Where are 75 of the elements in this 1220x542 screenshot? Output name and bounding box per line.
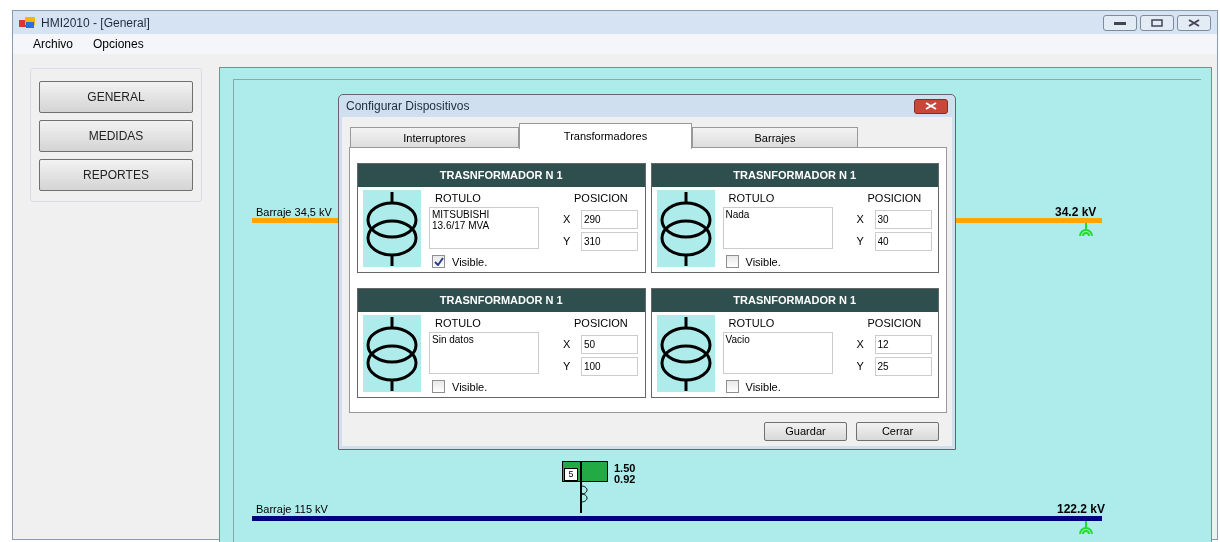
position-field[interactable]: 40 — [874, 231, 932, 251]
position-field[interactable]: 30 — [874, 209, 932, 229]
position-field[interactable]: 12 — [874, 334, 932, 354]
label-field[interactable]: Nada — [722, 206, 833, 249]
bus-label: Barraje 34,5 kV — [256, 205, 332, 220]
axis-label: X — [856, 211, 865, 227]
ground-icon — [1078, 521, 1094, 535]
field-label: ROTULO — [434, 316, 482, 331]
transformer-reading: 1.50 — [614, 463, 636, 474]
axis-label: Y — [856, 358, 865, 374]
axis-label: Y — [856, 233, 865, 249]
window-title: HMI2010 - [General] — [41, 14, 150, 32]
field-label: POSICION — [573, 316, 629, 331]
close-button[interactable] — [1177, 14, 1211, 31]
axis-label: X — [563, 336, 572, 352]
voltage-reading: 122.2 kV — [1057, 501, 1106, 518]
tap-position: 5 — [564, 468, 578, 481]
dialog-button[interactable]: Cerrar — [856, 422, 939, 441]
nav-button[interactable]: REPORTES — [39, 159, 193, 191]
dialog-title: Configurar Dispositivos — [346, 98, 470, 115]
field-label: POSICION — [573, 191, 629, 206]
bus-label: Barraje 115 kV — [256, 502, 328, 517]
checkbox-label: Visible. — [745, 254, 781, 270]
voltage-reading: 34.2 kV — [1055, 204, 1097, 221]
dialog-button[interactable]: Guardar — [764, 422, 847, 441]
visible-checkbox[interactable] — [725, 255, 739, 269]
nav-button[interactable]: GENERAL — [39, 81, 193, 113]
transformer-icon — [656, 190, 715, 267]
checkbox-label: Visible. — [452, 379, 488, 395]
field-label: ROTULO — [727, 191, 776, 206]
minimize-button[interactable] — [1103, 14, 1137, 31]
menu-item[interactable]: Archivo — [33, 35, 73, 53]
card-title: TRASNFORMADOR N 1 — [651, 289, 938, 312]
checkbox-label: Visible. — [745, 379, 781, 395]
transformer-icon — [656, 315, 715, 392]
nav-button[interactable]: MEDIDAS — [39, 120, 193, 152]
card-title: TRASNFORMADOR N 1 — [358, 289, 645, 312]
field-label: ROTULO — [727, 316, 776, 331]
field-label: ROTULO — [434, 191, 482, 206]
transformer-coil-drawing — [580, 461, 589, 513]
tab[interactable]: Interruptores — [350, 127, 519, 149]
transformer-icon — [363, 190, 421, 267]
transformer-icon — [363, 315, 421, 392]
position-field[interactable]: 25 — [874, 356, 932, 376]
field-label: POSICION — [866, 191, 923, 206]
position-field[interactable]: 50 — [581, 334, 638, 354]
axis-label: Y — [563, 233, 572, 249]
label-field[interactable]: Vacio — [722, 331, 833, 374]
visible-checkbox[interactable] — [432, 255, 445, 269]
visible-checkbox[interactable] — [725, 380, 739, 394]
card-title: TRASNFORMADOR N 1 — [651, 164, 938, 187]
close-icon — [925, 102, 937, 110]
label-field[interactable]: MITSUBISHI 13.6/17 MVA — [429, 206, 539, 249]
position-field[interactable]: 310 — [581, 231, 638, 251]
menu-item[interactable]: Opciones — [93, 35, 144, 53]
app-icon — [19, 16, 35, 29]
checkbox-label: Visible. — [452, 254, 488, 270]
position-field[interactable]: 100 — [581, 356, 638, 376]
maximize-button[interactable] — [1140, 14, 1174, 31]
maximize-icon — [1151, 18, 1163, 27]
tab[interactable]: Barrajes — [692, 127, 858, 149]
field-label: POSICION — [866, 316, 923, 331]
minimize-icon — [1114, 20, 1126, 25]
axis-label: X — [856, 336, 865, 352]
close-icon — [1188, 18, 1200, 27]
close-button[interactable] — [914, 98, 948, 114]
axis-label: Y — [563, 358, 572, 374]
tab[interactable]: Transformadores — [519, 123, 692, 149]
axis-label: X — [563, 211, 572, 227]
label-field[interactable]: Sin datos — [429, 331, 539, 374]
visible-checkbox[interactable] — [432, 380, 445, 394]
position-field[interactable]: 290 — [581, 209, 638, 229]
card-title: TRASNFORMADOR N 1 — [358, 164, 645, 187]
ground-icon — [1078, 223, 1094, 237]
transformer-reading: 0.92 — [614, 474, 636, 485]
